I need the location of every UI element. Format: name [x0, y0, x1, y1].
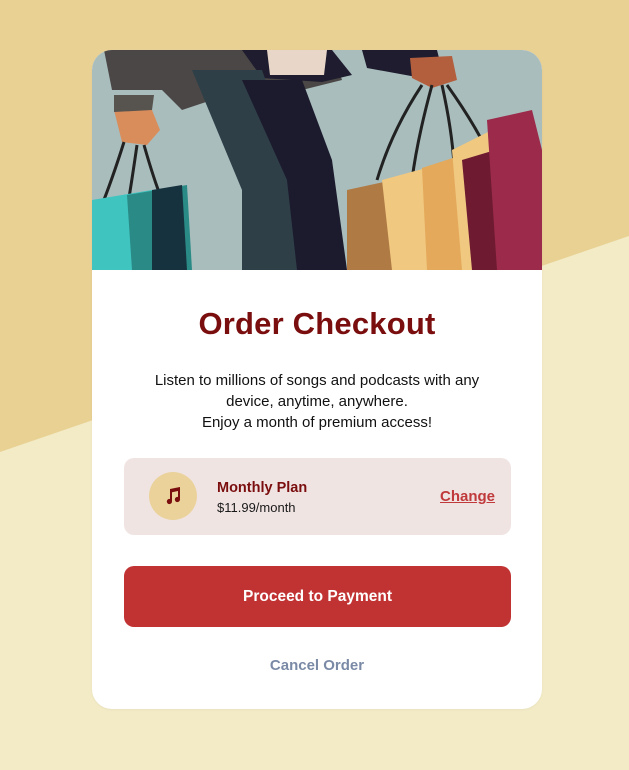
- description-line: Listen to millions of songs and podcasts…: [154, 372, 480, 389]
- plan-price: $11.99/month: [217, 500, 296, 515]
- plan-summary: Monthly Plan $11.99/month Change: [124, 458, 511, 535]
- change-plan-link[interactable]: Change: [440, 488, 495, 505]
- plan-name: Monthly Plan: [217, 480, 308, 496]
- description-line: Enjoy a month of premium access!: [201, 414, 433, 431]
- hero-image: [92, 50, 542, 270]
- proceed-to-payment-button[interactable]: Proceed to Payment: [124, 566, 511, 627]
- page-title: Order Checkout: [198, 306, 436, 341]
- cancel-order-link[interactable]: Cancel Order: [92, 657, 542, 674]
- checkout-description: Listen to millions of songs and podcasts…: [122, 370, 512, 433]
- music-note-icon: [149, 472, 197, 520]
- description-line: device, anytime, anywhere.: [226, 393, 408, 410]
- shopping-bags-illustration: [92, 50, 542, 270]
- checkout-card: Order Checkout Listen to millions of son…: [92, 50, 542, 709]
